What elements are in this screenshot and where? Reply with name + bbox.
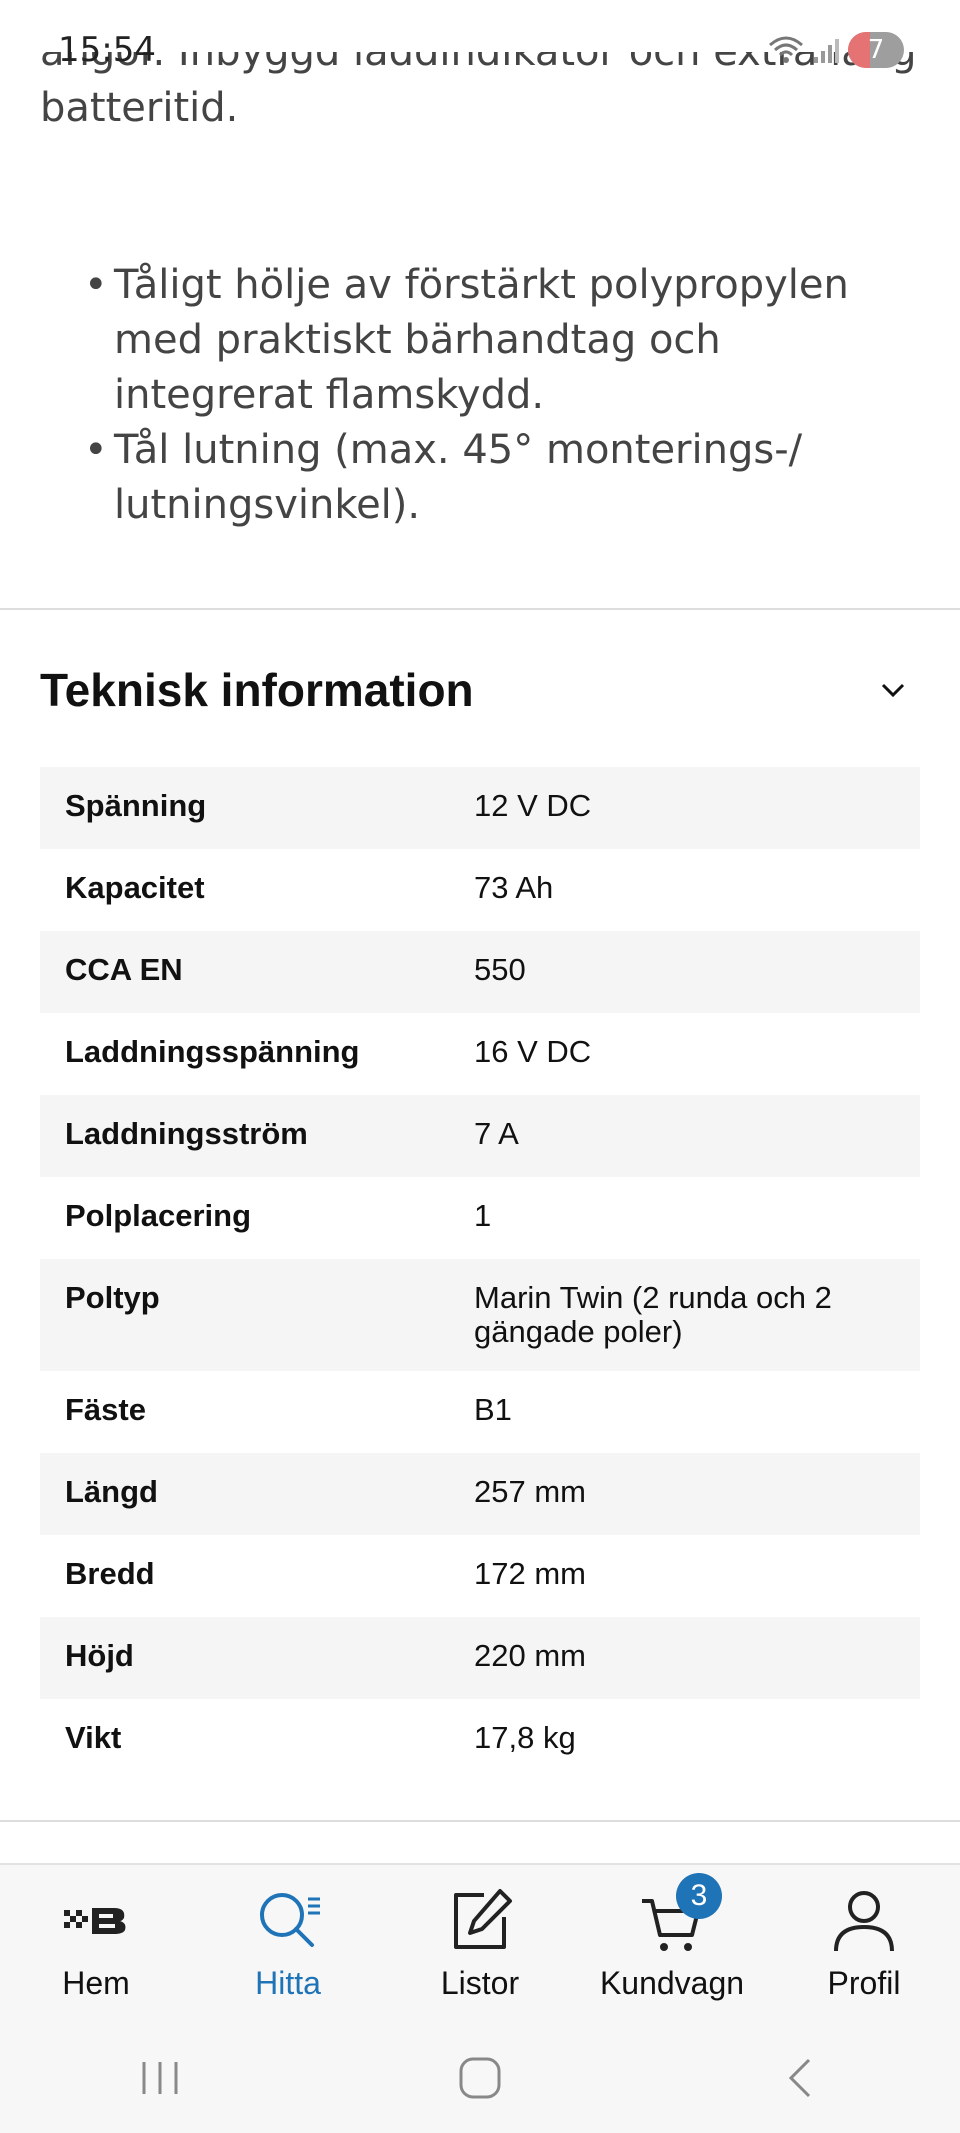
person-icon: [828, 1885, 900, 1957]
status-bar: 15:54 7: [0, 0, 960, 108]
divider: [0, 1820, 960, 1822]
spec-label: Fäste: [65, 1392, 146, 1427]
tab-label: Hitta: [255, 1965, 321, 2001]
tab-hitta[interactable]: Hitta: [192, 1865, 384, 2025]
tech-info-header[interactable]: Teknisk information: [40, 650, 920, 730]
spec-table: Spänning 12 V DC Kapacitet 73 Ah CCA EN …: [40, 767, 920, 1781]
signal-icon: [814, 39, 839, 63]
feature-list: Tåligt hölje av förstärkt polypropylen m…: [84, 258, 908, 533]
spec-value: 16 V DC: [474, 1034, 592, 1069]
spec-value: 257 mm: [474, 1474, 586, 1509]
tab-kundvagn[interactable]: 3 Kundvagn: [576, 1865, 768, 2025]
spec-row: Kapacitet 73 Ah: [40, 849, 920, 931]
back-icon[interactable]: [740, 2038, 860, 2118]
spec-label: CCA EN: [65, 952, 183, 987]
search-list-icon: [252, 1885, 324, 1957]
spec-label: Längd: [65, 1474, 158, 1509]
brand-logo-icon: [60, 1885, 132, 1957]
tab-listor[interactable]: Listor: [384, 1865, 576, 2025]
spec-label: Bredd: [65, 1556, 155, 1591]
spec-label: Höjd: [65, 1638, 134, 1673]
bottom-tab-bar: Hem Hitta Listor 3 Kundvagn Profil: [0, 1863, 960, 2025]
spec-label: Laddningsspänning: [65, 1034, 360, 1069]
spec-value: 550: [474, 952, 526, 987]
notification-badge: 7: [848, 32, 904, 68]
spec-row: Fäste B1: [40, 1371, 920, 1453]
spec-label: Poltyp: [65, 1280, 160, 1315]
tab-label: Listor: [440, 1965, 520, 2001]
spec-row: Längd 257 mm: [40, 1453, 920, 1535]
spec-row: Laddningsström 7 A: [40, 1095, 920, 1177]
spec-value: 220 mm: [474, 1638, 586, 1673]
cart-icon: 3: [636, 1873, 722, 1957]
wifi-icon: [769, 36, 803, 63]
home-icon[interactable]: [420, 2038, 540, 2118]
tab-label: Profil: [827, 1965, 901, 2001]
tech-info-title: Teknisk information: [40, 664, 474, 716]
spec-value: 7 A: [474, 1116, 519, 1151]
status-time: 15:54: [58, 30, 156, 70]
cart-count-badge: 3: [676, 1873, 722, 1919]
spec-value: 12 V DC: [474, 788, 592, 823]
spec-value: B1: [474, 1392, 512, 1427]
divider: [0, 608, 960, 610]
spec-label: Polplacering: [65, 1198, 252, 1233]
spec-row: Vikt 17,8 kg: [40, 1699, 920, 1781]
recents-icon[interactable]: [100, 2038, 220, 2118]
feature-item: Tåligt hölje av förstärkt polypropylen m…: [84, 258, 908, 423]
status-icons: 7: [768, 30, 904, 70]
spec-value: 17,8 kg: [474, 1720, 576, 1755]
tab-label: Hem: [62, 1965, 130, 2001]
spec-value: Marin Twin (2 runda och 2 gängade poler): [474, 1280, 832, 1349]
spec-value: 1: [474, 1198, 492, 1233]
spec-row: Polplacering 1: [40, 1177, 920, 1259]
spec-label: Spänning: [65, 788, 207, 823]
spec-row: CCA EN 550: [40, 931, 920, 1013]
edit-icon: [444, 1885, 516, 1957]
spec-value: 73 Ah: [474, 870, 554, 905]
spec-row: Spänning 12 V DC: [40, 767, 920, 849]
spec-row: Poltyp Marin Twin (2 runda och 2 gängade…: [40, 1259, 920, 1371]
spec-label: Laddningsström: [65, 1116, 308, 1151]
spec-label: Vikt: [65, 1720, 122, 1755]
feature-item: Tål lutning (max. 45° monterings-/ lutni…: [84, 423, 908, 533]
tab-label: Kundvagn: [599, 1965, 745, 2001]
spec-row: Bredd 172 mm: [40, 1535, 920, 1617]
tab-hem[interactable]: Hem: [0, 1865, 192, 2025]
tab-profil[interactable]: Profil: [768, 1865, 960, 2025]
spec-value: 172 mm: [474, 1556, 586, 1591]
chevron-down-icon[interactable]: [878, 675, 908, 705]
spec-row: Höjd 220 mm: [40, 1617, 920, 1699]
spec-label: Kapacitet: [65, 870, 205, 905]
system-nav-bar: [0, 2023, 960, 2133]
spec-row: Laddningsspänning 16 V DC: [40, 1013, 920, 1095]
